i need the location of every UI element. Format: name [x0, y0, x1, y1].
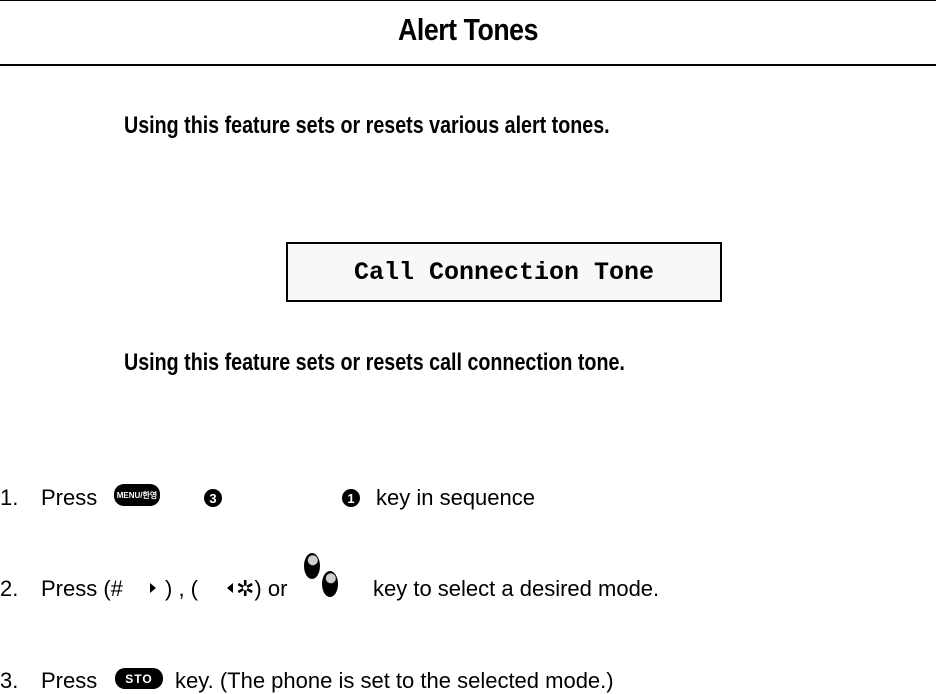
digit-1-key-icon: 1 [342, 489, 360, 507]
step-press-label: Press [41, 485, 98, 510]
left-arrow-icon [227, 583, 233, 593]
title-divider [0, 64, 936, 66]
step-instruction: key to select a desired mode. [373, 576, 660, 601]
digit-3-key-icon: 3 [204, 489, 222, 507]
menu-key-label: MENU/한영 [116, 490, 158, 500]
volume-up-key-icon [304, 553, 320, 579]
page-title: Alert Tones [398, 12, 538, 47]
step-separator: ) , ( [165, 576, 198, 601]
step-number: 1. [0, 485, 19, 510]
step-press-label: Press [41, 668, 98, 693]
step-instruction: key. (The phone is set to the selected m… [175, 668, 614, 693]
feature-description: Using this feature sets or resets call c… [124, 349, 625, 376]
sto-key-icon: STO [115, 668, 163, 689]
step-instruction: key in sequence [376, 485, 535, 510]
volume-down-key-icon [322, 571, 338, 597]
step-number: 2. [0, 576, 19, 601]
feature-name-box: Call Connection Tone [286, 242, 722, 302]
step-star-or: ✲) or [236, 576, 288, 601]
menu-key-icon: MENU/한영 [114, 484, 160, 506]
sto-key-label: STO [125, 671, 153, 686]
intro-text: Using this feature sets or resets variou… [124, 112, 610, 139]
step-number: 3. [0, 668, 19, 693]
step-press-label: Press (# [41, 576, 123, 601]
top-rule [0, 0, 936, 1]
right-arrow-icon [150, 583, 156, 593]
feature-name: Call Connection Tone [353, 257, 655, 287]
